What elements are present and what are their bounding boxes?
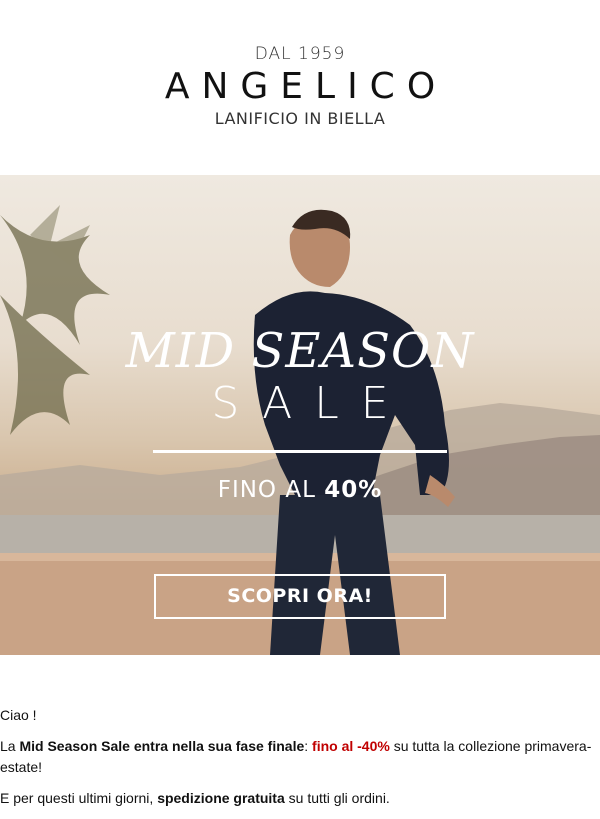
brand-tagline: LANIFICIO IN BIELLA [214, 109, 386, 128]
p2-bold: spedizione gratuita [157, 790, 285, 806]
hero-divider [153, 450, 447, 453]
hero-offer-prefix: FINO AL [217, 477, 316, 503]
p1-bold: Mid Season Sale entra nella sua fase fin… [19, 738, 305, 754]
p1-colon: : [304, 738, 313, 754]
greeting: Ciao ! [0, 707, 37, 723]
hero-title: MID SEASON [125, 323, 475, 379]
p1-text: La [0, 738, 20, 754]
email-header: DAL 1959 ANGELICO LANIFICIO IN BIELLA [0, 0, 600, 175]
brand-logo[interactable]: ANGELICO [0, 66, 600, 107]
shop-now-button[interactable]: SCOPRI ORA! [154, 574, 446, 619]
hero-offer-value: 40% [324, 477, 383, 503]
paragraph-shipping: E per questi ultimi giorni, spedizione g… [0, 788, 600, 809]
hero-offer: FINO AL 40% [0, 477, 600, 503]
hero-subtitle: SALE [211, 378, 411, 429]
p2-text: E per questi ultimi giorni, [0, 790, 158, 806]
p2-tail: su tutti gli ordini. [284, 790, 390, 806]
p1-discount: fino al -40% [312, 738, 390, 754]
brand-since: DAL 1959 [254, 44, 346, 64]
hero-banner[interactable]: MID SEASON SALE FINO AL 40% SCOPRI ORA! [0, 175, 600, 655]
paragraph-sale: La Mid Season Sale entra nella sua fase … [0, 736, 600, 778]
email-body: Ciao ! La Mid Season Sale entra nella su… [0, 705, 600, 819]
